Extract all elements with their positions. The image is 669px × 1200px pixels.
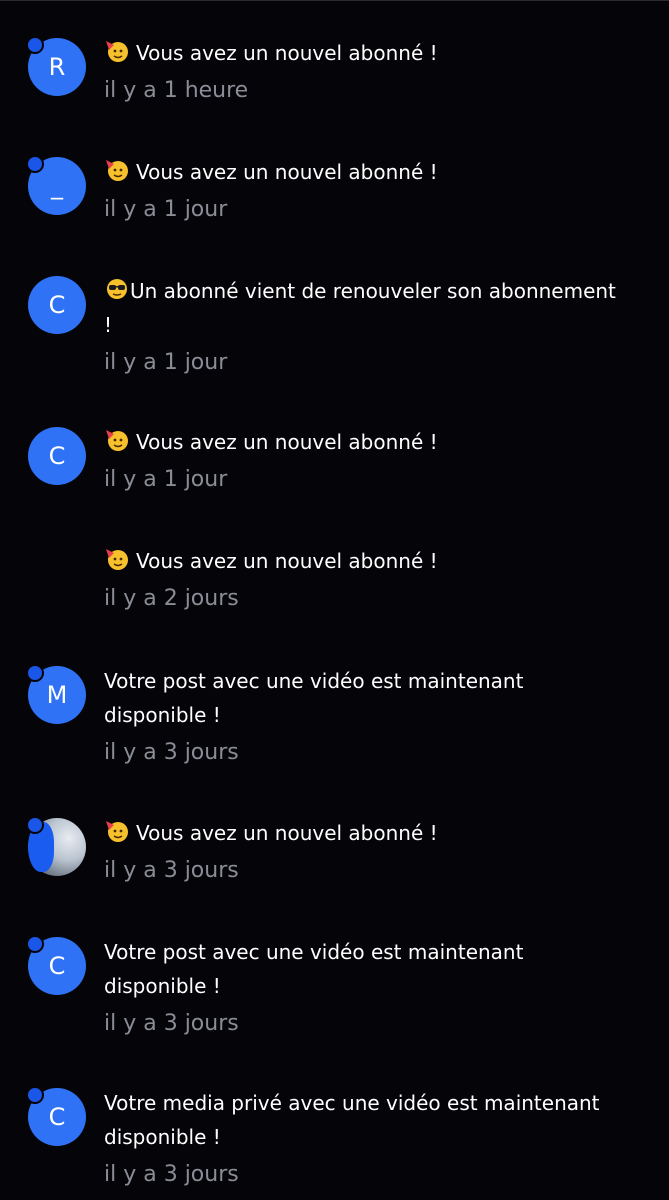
party-face-icon (106, 430, 128, 451)
top-divider (0, 0, 669, 1)
avatar-initial: _ (51, 172, 63, 200)
notification-text: Vous avez un nouvel abonné ! (136, 41, 438, 65)
avatar[interactable]: M (26, 664, 86, 724)
notification-time: il y a 1 jour (104, 197, 228, 222)
avatar-initial: C (48, 952, 66, 980)
avatar-initial: C (48, 291, 66, 319)
avatar-initial: C (48, 442, 66, 470)
avatar[interactable]: R (26, 36, 86, 96)
notification-time: il y a 3 jours (104, 1011, 239, 1036)
avatar-photo[interactable] (26, 816, 86, 876)
avatar-initial: M (46, 681, 68, 709)
avatar-initial: R (48, 53, 66, 81)
unread-dot (26, 664, 44, 682)
party-face-icon (106, 41, 128, 62)
notification-time: il y a 2 jours (104, 586, 239, 611)
notification-time: il y a 3 jours (104, 858, 239, 883)
notification-text: Vous avez un nouvel abonné ! (136, 160, 438, 184)
avatar-initial: C (48, 1103, 66, 1131)
notification-message: Vous avez un nouvel abonné ! (104, 544, 624, 578)
unread-dot (26, 935, 44, 953)
avatar-empty (28, 546, 86, 604)
party-face-icon (106, 821, 128, 842)
notification-text: Un abonné vient de renouveler son abonne… (104, 279, 616, 337)
notification-message: Votre post avec une vidéo est maintenant… (104, 669, 524, 727)
unread-dot (26, 1086, 44, 1104)
unread-dot (26, 155, 44, 173)
unread-dot (26, 816, 44, 834)
avatar[interactable]: C (28, 276, 86, 334)
sunglasses-face-icon (107, 279, 127, 299)
notification-text: Vous avez un nouvel abonné ! (136, 430, 438, 454)
notification-time: il y a 1 jour (104, 350, 228, 375)
party-face-icon (106, 549, 128, 570)
notification-message: Vous avez un nouvel abonné ! (104, 36, 624, 70)
party-face-icon (106, 160, 128, 181)
unread-dot (26, 36, 44, 54)
avatar[interactable]: C (28, 427, 86, 485)
notification-message: Votre post avec une vidéo est maintenant… (104, 940, 524, 998)
notification-time: il y a 3 jours (104, 740, 239, 765)
notification-message: Vous avez un nouvel abonné ! (104, 425, 624, 459)
avatar[interactable]: C (26, 935, 86, 995)
notification-message: Un abonné vient de renouveler son abonne… (104, 274, 624, 342)
notification-message: Votre media privé avec une vidéo est mai… (104, 1091, 600, 1149)
notification-text: Vous avez un nouvel abonné ! (136, 549, 438, 573)
notification-time: il y a 3 jours (104, 1162, 239, 1187)
notification-message: Vous avez un nouvel abonné ! (104, 816, 624, 850)
avatar[interactable]: _ (26, 155, 86, 215)
avatar[interactable]: C (26, 1086, 86, 1146)
notification-time: il y a 1 jour (104, 467, 228, 492)
notification-text: Vous avez un nouvel abonné ! (136, 821, 438, 845)
notification-time: il y a 1 heure (104, 78, 249, 103)
notification-message: Vous avez un nouvel abonné ! (104, 155, 624, 189)
